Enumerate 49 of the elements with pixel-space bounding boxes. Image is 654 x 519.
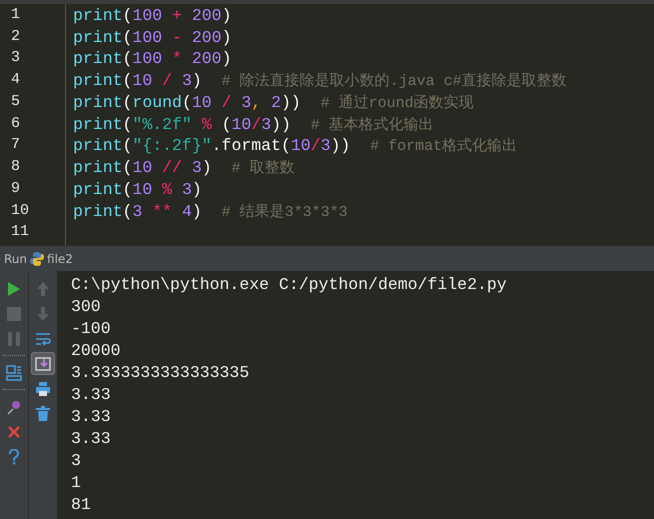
code-line: print(10 % 3) xyxy=(73,180,203,201)
code-line: print(100 + 200) xyxy=(73,6,232,27)
down-arrow-icon xyxy=(36,306,50,322)
console-output-line: C:\python\python.exe C:/python/demo/file2.py xyxy=(71,275,508,296)
run-tab[interactable]: file2 xyxy=(47,252,73,266)
line-number: 9 xyxy=(10,180,22,199)
code-line: print(3 ** 4) # 结果是3*3*3*3 xyxy=(73,202,349,223)
line-number: 10 xyxy=(10,202,30,221)
scroll-to-end-icon xyxy=(35,356,51,372)
code-line: print(100 * 200) xyxy=(73,49,232,70)
up-arrow-icon xyxy=(36,280,50,296)
code-line: print("%.2f" % (10/3)) # 基本格式化输出 xyxy=(73,114,435,136)
line-number: 7 xyxy=(10,136,22,156)
code-line: print(10 / 3) # 除法直接除是取小数的.java c#直接除是取整数 xyxy=(73,71,568,92)
line-number: 11 xyxy=(10,223,30,242)
code-line: print("{:.2f}".format(10/3)) # format格式化输出 xyxy=(73,136,518,158)
run-label: Run xyxy=(4,252,28,266)
console-output-line: 3.33 xyxy=(71,429,112,450)
console-output-line: 20000 xyxy=(71,341,122,362)
line-number: 4 xyxy=(10,71,22,90)
printer-icon xyxy=(35,380,51,396)
code-line: print(100 - 200) xyxy=(73,28,232,49)
help-icon xyxy=(8,448,20,464)
python-logo-icon xyxy=(30,252,44,266)
toolbar-button[interactable] xyxy=(31,352,55,375)
close-icon xyxy=(7,424,21,438)
line-number: 2 xyxy=(10,28,22,47)
line-number: 3 xyxy=(10,49,22,68)
play-icon xyxy=(7,280,21,296)
code-line: print(10 // 3) # 取整数 xyxy=(73,158,296,180)
console-output-line: 81 xyxy=(71,495,92,516)
console-output-line: 300 xyxy=(71,297,102,318)
line-number: 1 xyxy=(10,6,22,25)
trash-icon xyxy=(36,406,50,422)
wrap-icon xyxy=(35,330,51,346)
console-output-line: -100 xyxy=(71,319,112,340)
console-output-line: 3.33 xyxy=(71,407,112,428)
pause-icon xyxy=(8,332,20,346)
console-output-line: 3.33 xyxy=(71,385,112,406)
console-output-line: 3.3333333333333335 xyxy=(71,363,250,384)
stop-icon xyxy=(7,306,21,320)
layout-icon xyxy=(6,364,22,380)
line-number: 5 xyxy=(10,92,22,112)
pin-icon xyxy=(6,398,22,414)
console-output-line: 1 xyxy=(71,473,82,494)
console-output-line: 3 xyxy=(71,451,82,472)
line-number: 8 xyxy=(10,158,22,178)
code-line: print(round(10 / 3, 2)) # 通过round函数实现 xyxy=(73,92,475,114)
line-number: 6 xyxy=(10,114,22,134)
